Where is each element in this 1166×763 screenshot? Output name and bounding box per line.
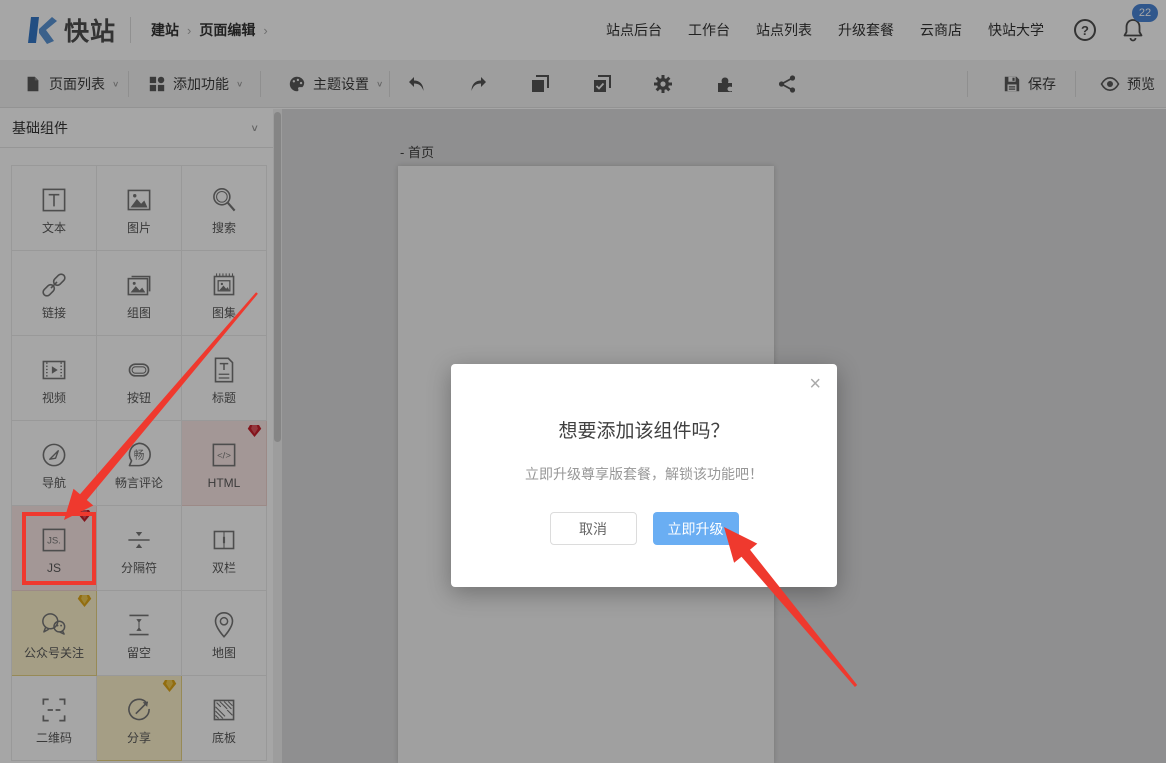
- upgrade-now-button[interactable]: 立即升级: [653, 512, 739, 545]
- upgrade-dialog: × 想要添加该组件吗？ 立即升级尊享版套餐，解锁该功能吧！ 取消 立即升级: [451, 364, 837, 587]
- dialog-title: 想要添加该组件吗？: [451, 416, 837, 443]
- cancel-button[interactable]: 取消: [550, 512, 637, 545]
- dialog-subtitle: 立即升级尊享版套餐，解锁该功能吧！: [451, 464, 837, 484]
- close-icon[interactable]: ×: [809, 374, 821, 394]
